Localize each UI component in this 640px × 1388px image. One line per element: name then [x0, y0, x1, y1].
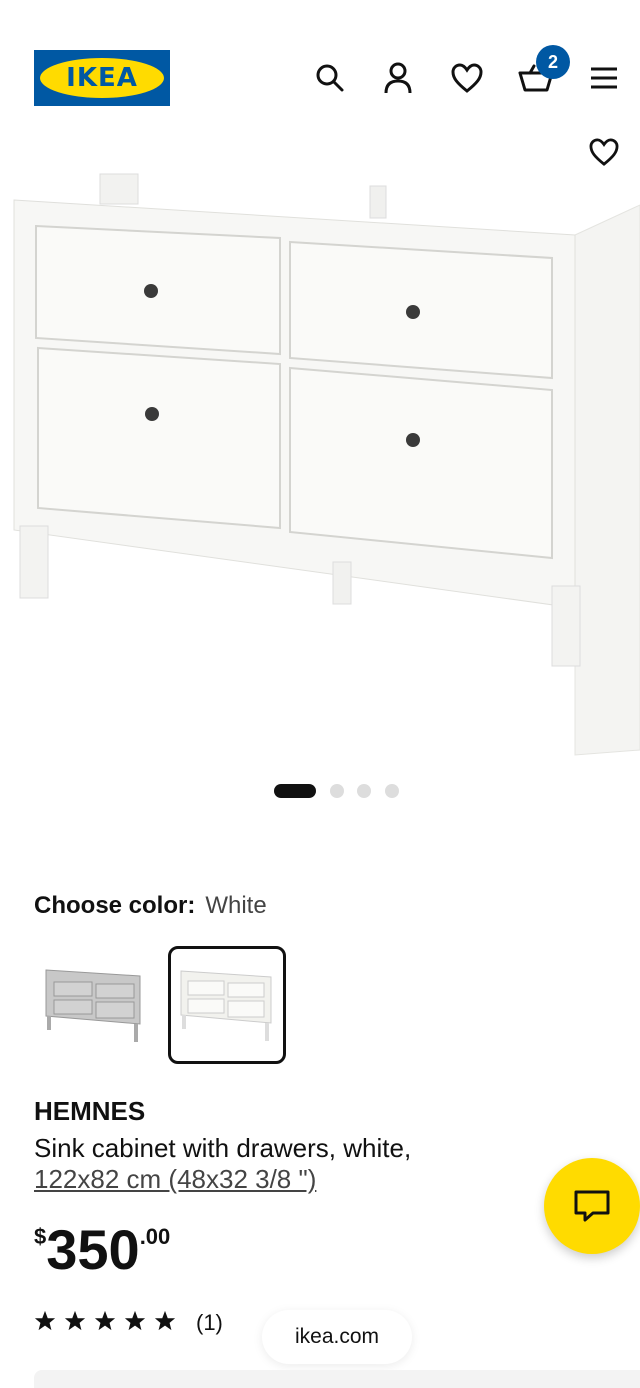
- star-icon: [124, 1310, 146, 1331]
- header: IKEA 2: [0, 0, 640, 140]
- save-to-favorites-icon[interactable]: [584, 132, 624, 172]
- choose-color: Choose color: White: [34, 892, 267, 920]
- star-icon: [94, 1310, 116, 1331]
- price-decimal: .00: [139, 1224, 171, 1249]
- product-price: $350.00: [34, 1222, 170, 1278]
- cart-count-badge: 2: [536, 45, 570, 79]
- product-description: Sink cabinet with drawers, white,: [34, 1133, 412, 1163]
- choose-color-value: White: [205, 892, 267, 919]
- color-option-gray[interactable]: [34, 946, 152, 1064]
- product-image[interactable]: [0, 130, 640, 760]
- rating-stars[interactable]: [34, 1310, 176, 1332]
- account-icon[interactable]: [378, 58, 418, 98]
- price-integer: 350: [46, 1218, 140, 1281]
- product-name: HEMNES: [34, 1096, 146, 1126]
- menu-icon[interactable]: [584, 58, 624, 98]
- star-icon: [34, 1310, 56, 1331]
- color-option-white[interactable]: [168, 946, 286, 1064]
- ikea-logo[interactable]: IKEA: [34, 50, 170, 106]
- product-size-link[interactable]: 122x82 cm (48x32 3/8 "): [34, 1164, 316, 1195]
- browser-url-pill[interactable]: ikea.com: [262, 1310, 412, 1364]
- chat-button[interactable]: [544, 1158, 640, 1254]
- rating-count[interactable]: (1): [196, 1310, 223, 1336]
- carousel-dot[interactable]: [330, 784, 344, 798]
- bottom-panel-edge: [34, 1370, 640, 1388]
- carousel-dot[interactable]: [385, 784, 399, 798]
- price-currency: $: [34, 1224, 47, 1249]
- carousel-dot-active[interactable]: [274, 784, 316, 798]
- carousel-indicator: [0, 784, 640, 798]
- search-icon[interactable]: [310, 58, 350, 98]
- carousel-dot[interactable]: [357, 784, 371, 798]
- favorites-icon[interactable]: [447, 58, 487, 98]
- star-icon: [154, 1310, 176, 1331]
- star-icon: [64, 1310, 86, 1331]
- choose-color-label: Choose color:: [34, 892, 196, 919]
- logo-text: IKEA: [40, 58, 164, 98]
- chat-icon: [574, 1190, 610, 1222]
